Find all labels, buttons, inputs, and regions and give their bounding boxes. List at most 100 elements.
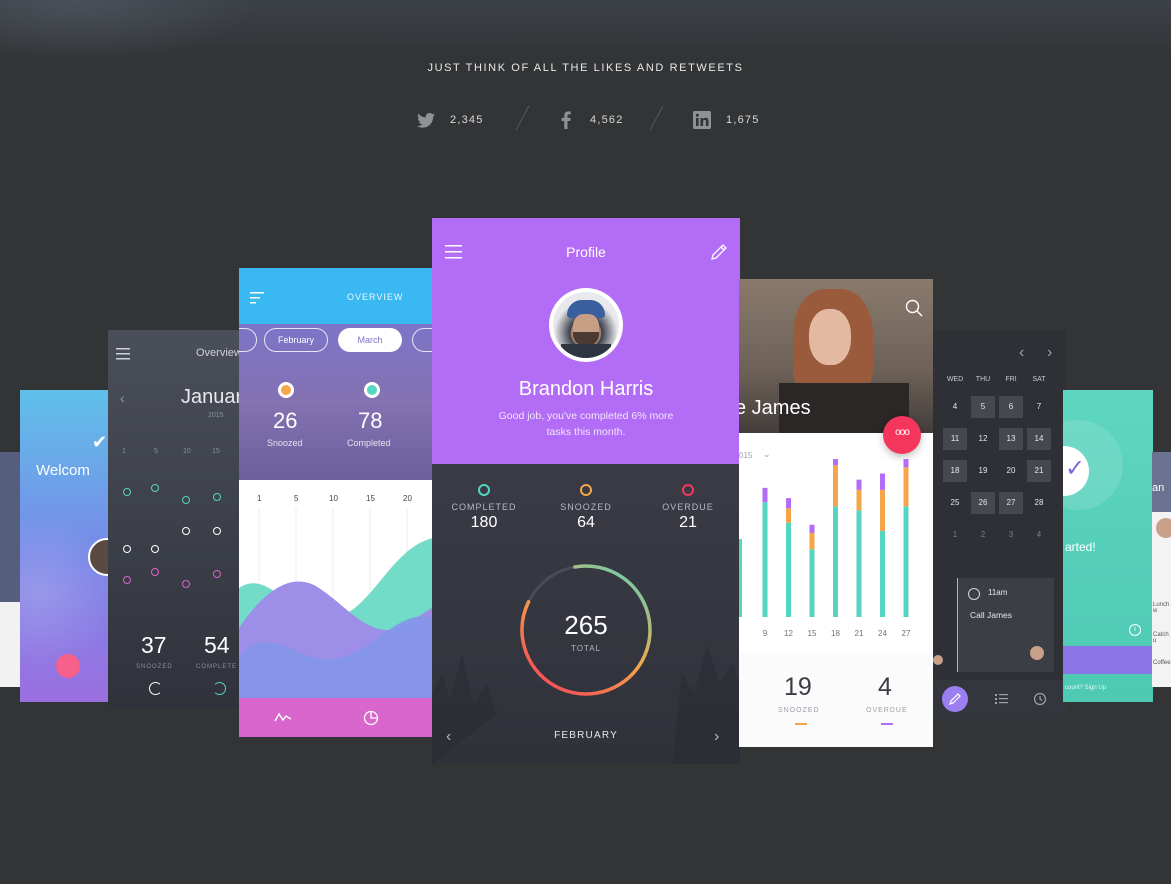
overdue-dot <box>682 484 694 496</box>
weekday-label: SAT <box>1032 376 1046 383</box>
calendar-day[interactable]: 12 <box>971 428 995 450</box>
completed-label: COMPLETED <box>451 502 517 512</box>
snoozed-underline <box>795 723 807 725</box>
linkedin-icon <box>692 110 712 130</box>
snoozed-value: 64 <box>577 514 595 531</box>
calendar-day[interactable]: 4 <box>943 396 967 418</box>
search-icon[interactable] <box>905 299 923 317</box>
calendar-day[interactable]: 5 <box>971 396 995 418</box>
x-tick-label: 15 <box>808 629 817 638</box>
history-icon[interactable] <box>1033 692 1047 706</box>
avatar[interactable] <box>549 288 623 362</box>
calendar-day[interactable]: 4 <box>1027 524 1051 546</box>
list-item[interactable]: Catch u <box>1153 632 1171 644</box>
profile-title: Profile <box>566 244 606 260</box>
completed-value: 54 <box>204 632 230 658</box>
calendar-day[interactable]: 3 <box>999 524 1023 546</box>
completed-label: Completed <box>347 438 391 448</box>
more-button[interactable]: ooo <box>883 416 921 454</box>
bar-segment <box>833 506 838 617</box>
dot <box>213 570 221 578</box>
wave-icon[interactable] <box>274 711 292 723</box>
calendar-day[interactable]: 21 <box>1027 460 1051 482</box>
progress-icon <box>149 682 162 695</box>
month-label: Januar <box>181 386 240 408</box>
start-button[interactable] <box>56 654 80 678</box>
list-item[interactable]: Lunch w <box>1153 602 1171 614</box>
x-tick-label: 18 <box>831 629 840 638</box>
year-label: 2015 <box>208 412 224 419</box>
calendar-day[interactable]: 13 <box>999 428 1023 450</box>
calendar-day[interactable]: 11 <box>943 428 967 450</box>
bar-segment <box>833 459 838 466</box>
overdue-label: OVERDUE <box>866 707 908 714</box>
app-screen-far-right: an Lunch w Catch u Coffee <box>1152 452 1171 687</box>
info-icon[interactable]: i <box>1129 624 1141 636</box>
bar-chart: 9 12 15 18 21 24 27 <box>739 459 911 638</box>
dot <box>151 568 159 576</box>
bar-segment <box>762 487 768 503</box>
stat-overdue: OVERDUE 21 <box>636 484 740 532</box>
completed-value: 78 <box>358 408 383 433</box>
app-screen-get-started: ✓ arted! i count? Sign Up <box>1063 390 1153 702</box>
event-card[interactable]: 11am Call James <box>957 578 1054 672</box>
twitter-stat[interactable]: 2,345 <box>416 108 484 132</box>
facebook-icon <box>556 110 576 130</box>
calendar-day[interactable]: 1 <box>943 524 967 546</box>
signup-link[interactable]: count? Sign Up <box>1065 685 1106 691</box>
snoozed-value: 37 <box>141 632 167 658</box>
pie-chart-icon[interactable] <box>363 710 379 726</box>
calendar-day[interactable]: 28 <box>1027 492 1051 514</box>
twitter-count: 2,345 <box>450 114 484 126</box>
bar-segment <box>762 502 768 617</box>
bar-segment <box>880 473 885 490</box>
app-screen-overview-chart: OVERVIEW February March 26 Snoozed 78 Co… <box>239 268 433 737</box>
calendar-day[interactable]: 2 <box>971 524 995 546</box>
calendar-day[interactable]: 20 <box>999 460 1023 482</box>
calendar-day[interactable]: 19 <box>971 460 995 482</box>
chevron-right-icon[interactable]: › <box>714 728 719 746</box>
facebook-stat[interactable]: 4,562 <box>556 108 624 132</box>
calendar-day[interactable]: 7 <box>1027 396 1051 418</box>
chevron-left-icon[interactable]: ‹ <box>1019 344 1024 362</box>
dot <box>151 545 159 553</box>
completed-dot <box>364 382 380 398</box>
contact-photo: e James <box>739 279 933 433</box>
compose-button[interactable] <box>942 686 968 712</box>
chevron-right-icon[interactable]: › <box>1047 344 1052 362</box>
x-tick-label: 12 <box>784 629 793 638</box>
facebook-count: 4,562 <box>590 114 624 126</box>
calendar-day[interactable]: 27 <box>999 492 1023 514</box>
social-stats: 2,345 4,562 1,675 <box>0 108 1171 132</box>
month-pill[interactable] <box>412 328 433 352</box>
snoozed-label: SNOOZED <box>136 664 173 670</box>
stat-completed: COMPLETED 180 <box>432 484 536 532</box>
bar-segment <box>856 479 862 490</box>
avatar <box>933 655 943 665</box>
calendar-day[interactable]: 26 <box>971 492 995 514</box>
calendar-day[interactable]: 6 <box>999 396 1023 418</box>
calendar-day[interactable]: 14 <box>1027 428 1051 450</box>
bar-segment <box>833 465 838 507</box>
month-pill-march[interactable]: March <box>338 328 402 352</box>
total-label: TOTAL <box>570 644 602 653</box>
calendar-day[interactable]: 18 <box>943 460 967 482</box>
linkedin-stat[interactable]: 1,675 <box>692 108 760 132</box>
bar-segment <box>809 549 815 617</box>
x-tick-label: 9 <box>763 629 768 638</box>
edit-pencil-icon[interactable] <box>710 243 728 261</box>
bar-segment <box>856 510 862 617</box>
month-pill[interactable] <box>239 328 257 352</box>
chevron-left-icon[interactable]: ‹ <box>120 390 125 406</box>
dot <box>182 527 190 535</box>
menu-icon[interactable] <box>116 348 130 360</box>
sign-in-button[interactable] <box>1063 646 1153 674</box>
list-item[interactable]: Coffee <box>1153 660 1171 666</box>
chart-title: OVERVIEW <box>347 292 404 302</box>
list-icon[interactable] <box>995 693 1008 705</box>
menu-icon[interactable] <box>250 292 264 304</box>
calendar-day[interactable]: 25 <box>943 492 967 514</box>
month-pill-february[interactable]: February <box>264 328 328 352</box>
profile-body: COMPLETED 180 SNOOZED 64 OVERDUE 21 265 … <box>432 464 740 764</box>
dot <box>123 576 131 584</box>
